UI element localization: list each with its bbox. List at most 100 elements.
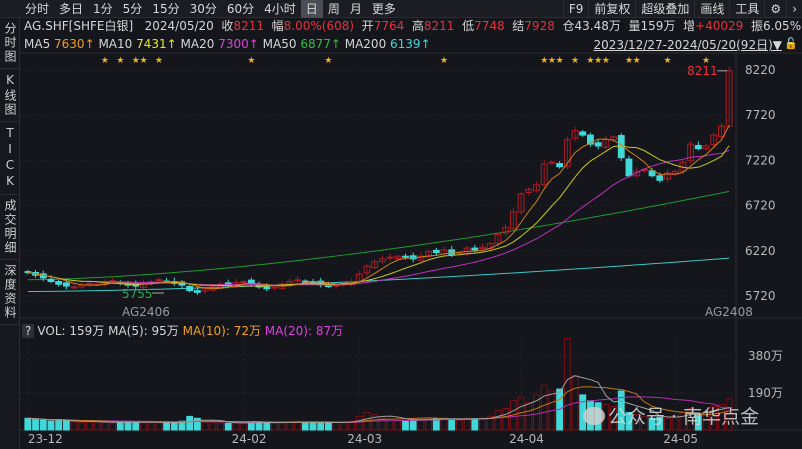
event-star-icon: ★	[101, 56, 109, 66]
volume-tick: 190万	[748, 386, 783, 400]
volume-bar	[463, 417, 471, 431]
volume-tick: 380万	[748, 349, 783, 363]
candle	[294, 279, 302, 282]
event-star-icon: ★	[116, 56, 124, 66]
kline-chart[interactable]: 8220 7720 7220 6720 6220 5720 380万 190万 23-12 24-…	[0, 0, 802, 449]
date-tick: 24-03	[347, 432, 382, 446]
event-star-icon: ★	[139, 56, 147, 66]
volume-bar	[201, 421, 209, 431]
volume-bar	[140, 421, 147, 431]
vol-ma5: MA(5): 95万	[108, 324, 179, 338]
candle	[271, 286, 278, 289]
volume-bar	[24, 417, 32, 431]
help-button[interactable]: ?	[22, 324, 35, 338]
event-star-icon: ★	[440, 56, 448, 66]
candle	[548, 161, 556, 164]
volume-bar	[86, 421, 93, 431]
contract-right: AG2408	[705, 305, 753, 319]
volume-bar	[55, 419, 63, 431]
event-star-icon: ★	[155, 56, 163, 66]
volume-bar	[402, 420, 409, 431]
volume-bar	[533, 394, 540, 431]
volume-bar	[502, 408, 510, 431]
volume-bar	[301, 421, 309, 431]
candle	[263, 286, 271, 290]
candle	[240, 281, 248, 284]
event-star-icon: ★	[633, 56, 641, 66]
candle	[155, 279, 163, 282]
date-tick: 23-12	[28, 432, 63, 446]
vol-total: VOL: 159万	[37, 324, 105, 338]
volume-bar	[78, 422, 86, 431]
price-tick: 8220	[745, 63, 776, 77]
candle	[694, 144, 702, 150]
volume-bar	[332, 422, 340, 431]
volume-bar	[247, 421, 255, 431]
volume-bar	[186, 415, 194, 431]
volume-bar	[209, 422, 217, 431]
event-star-icon: ★	[571, 56, 579, 66]
watermark: 公众号 · 南华点金	[583, 402, 759, 429]
volume-legend: ? VOL: 159万 MA(5): 95万 MA(10): 72万 MA(20)…	[22, 322, 343, 339]
volume-bar	[101, 421, 109, 431]
volume-bar	[263, 422, 271, 431]
volume-bar	[163, 421, 170, 431]
volume-bar	[232, 422, 240, 431]
price-tick: 6220	[745, 244, 776, 258]
event-star-icon: ★	[324, 56, 332, 66]
candle	[47, 278, 55, 283]
volume-bar	[455, 419, 463, 431]
watermark-text: 公众号 · 南华点金	[608, 406, 760, 428]
volume-bar	[109, 422, 117, 431]
candle	[471, 247, 479, 251]
low-marker: 5755	[122, 287, 153, 301]
contract-left: AG2406	[122, 305, 170, 319]
volume-bar	[309, 422, 317, 431]
candle	[324, 285, 332, 288]
vol-ma10: MA(10): 72万	[182, 324, 261, 338]
candle	[656, 175, 664, 181]
volume-bar	[494, 410, 502, 431]
candle	[70, 286, 78, 289]
price-tick: 5720	[745, 289, 776, 303]
candle	[386, 256, 394, 259]
volume-bar	[471, 418, 479, 431]
price-tick: 6720	[745, 199, 776, 213]
candle	[55, 281, 63, 285]
volume-bar	[147, 422, 155, 431]
volume-bar	[324, 421, 332, 431]
price-tick: 7720	[745, 108, 776, 122]
candle	[594, 142, 602, 147]
volume-bar	[93, 420, 101, 431]
volume-bar	[394, 419, 402, 431]
volume-bar	[340, 421, 348, 431]
volume-bar	[278, 421, 286, 431]
candle	[86, 282, 93, 285]
volume-bar	[39, 419, 47, 431]
wechat-icon	[583, 407, 605, 425]
volume-bar	[563, 337, 571, 431]
volume-bar	[479, 417, 486, 431]
volume-bar	[409, 419, 417, 431]
candle	[186, 286, 194, 292]
volume-bar	[132, 421, 140, 431]
volume-bar	[124, 420, 132, 431]
candle	[448, 249, 456, 255]
event-star-icon: ★	[247, 56, 255, 66]
ma50-line	[27, 190, 730, 281]
candle	[556, 163, 564, 168]
candle	[432, 249, 440, 254]
event-star-icon: ★	[663, 56, 671, 66]
candle	[301, 280, 309, 283]
volume-bar	[62, 420, 70, 431]
event-star-icon: ★	[602, 56, 610, 66]
volume-bar	[32, 418, 39, 431]
high-marker: 8211	[687, 64, 718, 78]
volume-bar	[540, 384, 548, 431]
candle	[579, 131, 587, 136]
date-tick: 24-05	[663, 432, 698, 446]
candle	[625, 158, 633, 177]
volume-bar	[155, 422, 163, 431]
volume-bar	[317, 422, 325, 431]
volume-bar	[47, 420, 55, 431]
